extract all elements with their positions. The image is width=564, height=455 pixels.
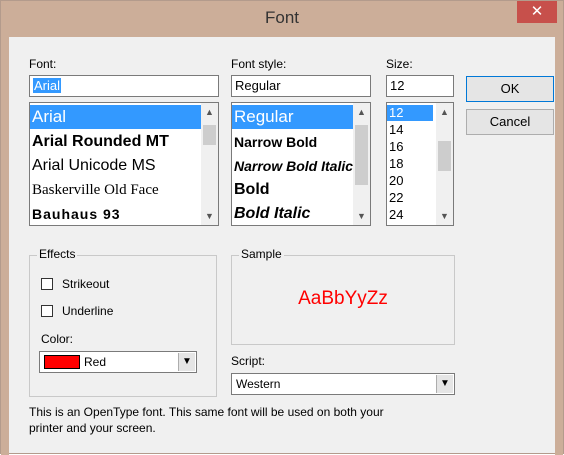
font-description-line-1: This is an OpenType font. This same font… [29, 405, 384, 419]
font-name-input[interactable]: Arial [29, 75, 219, 97]
size-list-item[interactable]: 12 [387, 105, 433, 121]
font-description-line-2: printer and your screen. [29, 421, 156, 435]
size-list[interactable]: 12 14 16 18 20 22 24 ▲ ▼ [386, 102, 454, 226]
size-list-scrollbar[interactable]: ▲ ▼ [436, 103, 453, 225]
font-list-scrollbar[interactable]: ▲ ▼ [201, 103, 218, 225]
cancel-button[interactable]: Cancel [466, 109, 554, 135]
font-list-item-bauhaus[interactable]: Bauhaus 93 [30, 203, 121, 225]
style-list-item-regular[interactable]: Regular [232, 105, 353, 129]
window-frame-left [1, 37, 9, 455]
underline-checkbox[interactable] [41, 305, 53, 317]
sample-text: AaBbYyZz [298, 288, 388, 309]
strikeout-label: Strikeout [62, 277, 110, 291]
underline-label: Underline [62, 304, 114, 318]
font-label: Font: [29, 57, 57, 71]
style-list-scrollbar[interactable]: ▲ ▼ [353, 103, 370, 225]
title-bar: Font ✕ [1, 1, 563, 37]
script-label: Script: [231, 354, 266, 368]
script-value: Western [236, 377, 281, 391]
style-list-item-narrow-bold[interactable]: Narrow Bold [232, 131, 317, 153]
size-label: Size: [386, 57, 413, 71]
size-list-item[interactable]: 16 [387, 139, 403, 155]
color-select[interactable]: Red ▼ [39, 351, 197, 373]
font-list-item-arial-rounded[interactable]: Arial Rounded MT [30, 131, 169, 153]
script-select[interactable]: Western ▼ [231, 373, 455, 395]
size-list-item[interactable]: 14 [387, 122, 403, 138]
font-style-list[interactable]: Regular Narrow Bold Narrow Bold Italic B… [231, 102, 371, 226]
size-list-item[interactable]: 20 [387, 173, 403, 189]
size-list-item[interactable]: 24 [387, 207, 403, 223]
sample-title: Sample [239, 247, 284, 261]
size-input[interactable]: 12 [386, 75, 454, 97]
chevron-down-icon[interactable]: ▼ [178, 353, 195, 371]
style-list-item-narrow-bold-italic[interactable]: Narrow Bold Italic [232, 155, 353, 177]
font-dialog: Font ✕ Font: Arial Arial Arial Rounded M… [0, 0, 564, 455]
font-name-value: Arial [33, 78, 62, 93]
color-value: Red [84, 355, 107, 369]
ok-button[interactable]: OK [466, 76, 554, 102]
scroll-up-icon[interactable]: ▲ [201, 107, 218, 117]
font-list-item-arial-unicode[interactable]: Arial Unicode MS [30, 155, 156, 177]
font-style-label: Font style: [231, 57, 287, 71]
font-list-item-baskerville[interactable]: Baskerville Old Face [30, 179, 159, 201]
scroll-thumb[interactable] [438, 141, 451, 171]
effects-group [29, 255, 217, 397]
style-list-item-bold[interactable]: Bold [232, 179, 270, 201]
scroll-thumb[interactable] [203, 125, 216, 145]
size-list-item[interactable]: 22 [387, 190, 403, 206]
color-label: Color: [41, 332, 74, 346]
effects-title: Effects [37, 247, 78, 261]
scroll-up-icon[interactable]: ▲ [353, 107, 370, 117]
chevron-down-icon[interactable]: ▼ [436, 375, 453, 393]
strikeout-checkbox[interactable] [41, 278, 53, 290]
scroll-up-icon[interactable]: ▲ [436, 107, 453, 117]
scroll-down-icon[interactable]: ▼ [201, 211, 218, 221]
font-style-input[interactable]: Regular [231, 75, 371, 97]
style-list-item-bold-italic[interactable]: Bold Italic [232, 203, 310, 225]
scroll-down-icon[interactable]: ▼ [436, 211, 453, 221]
font-list[interactable]: Arial Arial Rounded MT Arial Unicode MS … [29, 102, 219, 226]
font-list-item-arial[interactable]: Arial [30, 105, 201, 129]
window-frame-right [555, 37, 563, 455]
color-swatch [44, 355, 80, 369]
scroll-down-icon[interactable]: ▼ [353, 211, 370, 221]
size-list-item[interactable]: 18 [387, 156, 403, 172]
scroll-thumb[interactable] [355, 125, 368, 185]
window-title: Font [264, 8, 300, 27]
close-icon[interactable]: ✕ [517, 1, 557, 23]
